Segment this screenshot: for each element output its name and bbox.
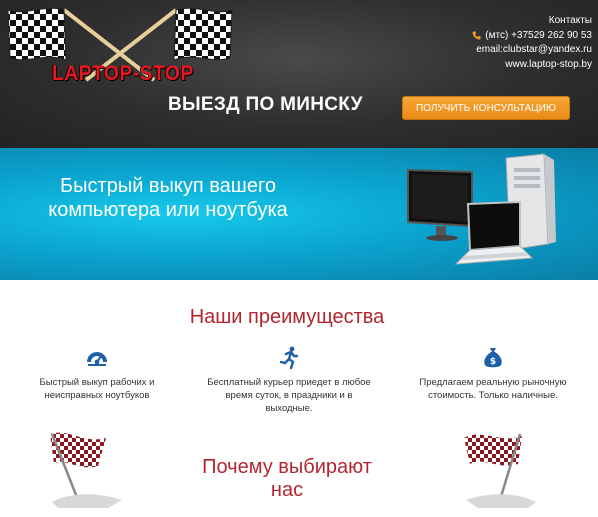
hero-banner: Быстрый выкуп вашего компьютера или ноут… [0,148,598,280]
phone-row[interactable]: (мтс) +37529 262 90 53 [472,29,592,44]
advantage-item-fast-buyout: Быстрый выкуп рабочих и неисправных ноут… [12,346,182,402]
banner-title: Быстрый выкуп вашего компьютера или ноут… [48,175,288,221]
laptop-stop-logo[interactable]: LAPTOP-STOP [4,2,236,88]
email-link[interactable]: email:clubstar@yandex.ru [472,43,592,58]
advantage-text: Бесплатный курьер приедет в любое время … [207,377,371,414]
running-man-icon [279,346,299,370]
contacts-title: Контакты [548,15,592,26]
site-header: LAPTOP-STOP Контакты (мтс) +37529 262 90… [0,0,598,148]
speedometer-icon [87,352,107,366]
website-link[interactable]: www.laptop-stop.by [472,58,592,73]
advantage-text: Предлагаем реальную рыночную стоимость. … [419,377,567,401]
get-consultation-button[interactable]: ПОЛУЧИТЬ КОНСУЛЬТАЦИЮ [402,96,570,120]
contacts-block: Контакты (мтс) +37529 262 90 53 email:cl… [472,14,592,72]
checkered-flag-right-icon [464,433,536,508]
money-bag-icon: $ [484,348,502,368]
advantage-item-market-price: $ Предлагаем реальную рыночную стоимость… [408,346,578,402]
advantage-text: Быстрый выкуп рабочих и неисправных ноут… [39,377,155,401]
logo-text: LAPTOP-STOP [52,62,194,85]
advantages-title: Наши преимущества [189,306,385,328]
svg-text:$: $ [490,357,496,367]
computer-and-laptop-image [407,153,556,265]
phone-icon [472,31,481,40]
advantage-item-free-courier: Бесплатный курьер приедет в любое время … [204,346,374,415]
phone-number: (мтс) +37529 262 90 53 [485,29,592,41]
header-tagline: ВЫЕЗД ПО МИНСКУ [168,94,363,115]
